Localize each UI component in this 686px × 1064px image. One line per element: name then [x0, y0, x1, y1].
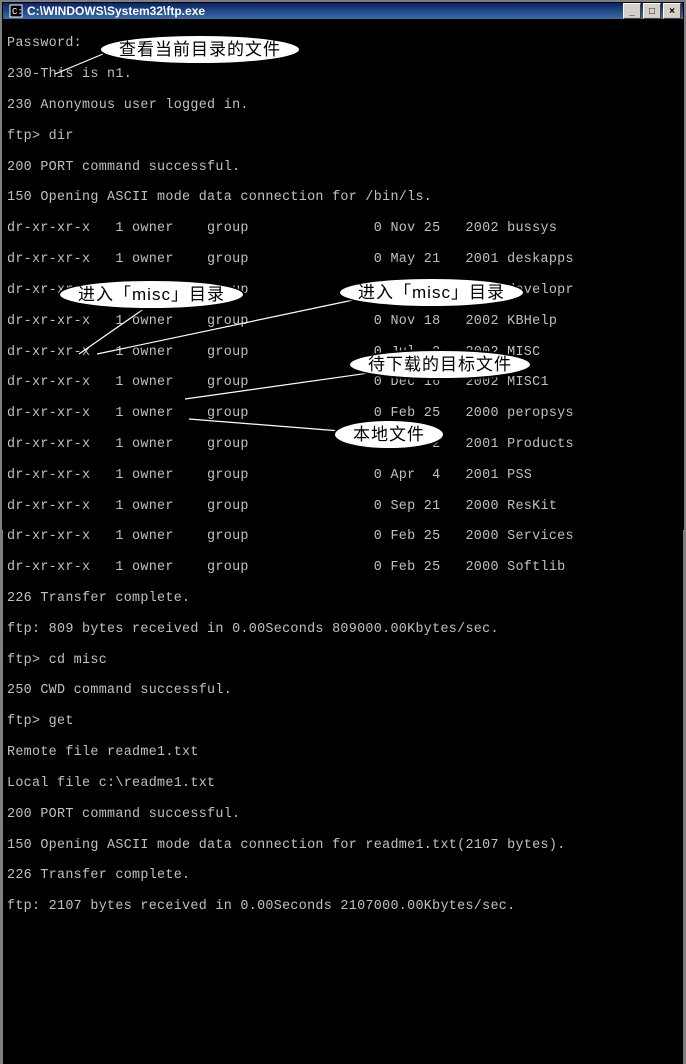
terminal[interactable]: Password: 230-This is n1. 230 Anonymous … — [3, 19, 683, 1064]
term-line: 200 PORT command successful. — [7, 807, 679, 822]
term-line: 230-This is n1. — [7, 67, 679, 82]
window-buttons: _ □ × — [623, 3, 681, 19]
maximize-button[interactable]: □ — [643, 3, 661, 19]
annotation-callout: 进入「misc」目录 — [58, 279, 245, 310]
term-line: 250 CWD command successful. — [7, 683, 679, 698]
term-line: dr-xr-xr-x 1 owner group 0 Nov 25 2002 b… — [7, 221, 679, 236]
term-line: 226 Transfer complete. — [7, 591, 679, 606]
term-line: ftp> dir — [7, 129, 679, 144]
ftp-window: C: C:\WINDOWS\System32\ftp.exe _ □ × Pas… — [2, 2, 684, 530]
term-line: Local file c:\readme1.txt — [7, 776, 679, 791]
term-line: dr-xr-xr-x 1 owner group 0 Apr 4 2001 PS… — [7, 468, 679, 483]
term-line: dr-xr-xr-x 1 owner group 0 Nov 18 2002 K… — [7, 314, 679, 329]
term-line: 230 Anonymous user logged in. — [7, 98, 679, 113]
annotation-callout: 查看当前目录的文件 — [99, 34, 301, 65]
cmd-icon: C: — [9, 4, 23, 18]
annotation-callout: 进入「misc」目录 — [338, 277, 525, 308]
term-line: dr-xr-xr-x 1 owner group 0 Sep 21 2000 R… — [7, 499, 679, 514]
svg-text:C:: C: — [12, 7, 23, 17]
term-line: ftp: 2107 bytes received in 0.00Seconds … — [7, 899, 679, 914]
term-line: dr-xr-xr-x 1 owner group 0 Feb 25 2000 p… — [7, 406, 679, 421]
term-line: ftp> cd misc — [7, 653, 679, 668]
close-button[interactable]: × — [663, 3, 681, 19]
term-line: 150 Opening ASCII mode data connection f… — [7, 838, 679, 853]
term-line: 200 PORT command successful. — [7, 160, 679, 175]
term-line: 226 Transfer complete. — [7, 868, 679, 883]
minimize-button[interactable]: _ — [623, 3, 641, 19]
term-line: dr-xr-xr-x 1 owner group 0 Jul 2 2002 MI… — [7, 345, 679, 360]
term-line: dr-xr-xr-x 1 owner group 0 Feb 25 2000 S… — [7, 560, 679, 575]
titlebar[interactable]: C: C:\WINDOWS\System32\ftp.exe _ □ × — [3, 3, 683, 19]
term-line: Remote file readme1.txt — [7, 745, 679, 760]
term-line: dr-xr-xr-x 1 owner group 0 Dec 16 2002 M… — [7, 375, 679, 390]
window-title: C:\WINDOWS\System32\ftp.exe — [27, 4, 623, 18]
term-line: 150 Opening ASCII mode data connection f… — [7, 190, 679, 205]
term-line: ftp> get — [7, 714, 679, 729]
term-line: ftp: 809 bytes received in 0.00Seconds 8… — [7, 622, 679, 637]
term-line: dr-xr-xr-x 1 owner group 0 May 21 2001 d… — [7, 252, 679, 267]
